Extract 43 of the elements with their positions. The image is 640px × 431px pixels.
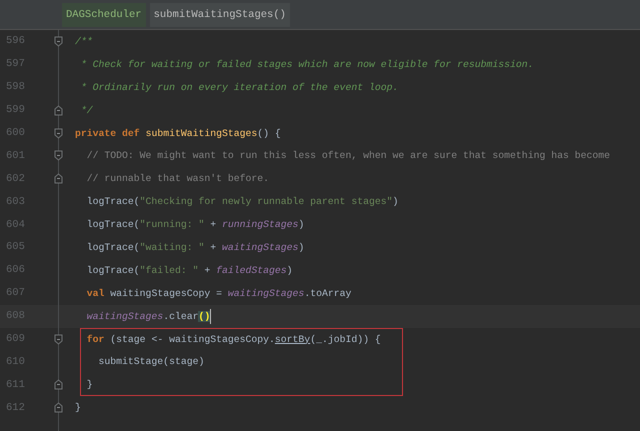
line-number: 609: [5, 333, 26, 346]
line-number: 598: [5, 81, 26, 94]
line-number: 603: [5, 196, 26, 208]
code-line: // runnable that wasn't before.: [86, 173, 270, 184]
fold-marker-icon[interactable]: [54, 173, 63, 184]
code-line: * Ordinarily run on every iteration of the event loop.: [80, 82, 398, 93]
code-line: for (stage <- waitingStagesCopy.sortBy(_.jobId)) {: [86, 334, 381, 345]
fold-marker-icon[interactable]: [54, 104, 63, 116]
code-line: logTrace("waiting: " + waitingStages): [86, 242, 304, 253]
code-line: }: [75, 402, 81, 414]
fold-marker-icon[interactable]: [54, 150, 63, 162]
code-line: logTrace("failed: " + failedStages): [86, 264, 293, 276]
code-line: waitingStages.clear(): [86, 310, 210, 322]
line-number: 599: [5, 104, 26, 116]
code-line: val waitingStagesCopy = waitingStages.toArray: [86, 288, 352, 299]
code-line: private def submitWaitingStages() {: [75, 128, 281, 138]
code-line: submitStage(stage): [98, 356, 204, 368]
fold-marker-icon[interactable]: [54, 402, 63, 414]
line-number: 601: [5, 150, 26, 162]
line-number: 600: [5, 127, 26, 139]
line-number: 597: [5, 58, 26, 70]
line-number: 602: [5, 172, 26, 185]
code-line: }: [86, 379, 93, 390]
code-line: // TODO: We might want to run this less often, when we are sure that something has become: [86, 150, 610, 162]
code-line: logTrace("Checking for newly runnable parent stages"): [86, 196, 398, 208]
fold-marker-icon[interactable]: [54, 334, 63, 345]
line-number: 612: [5, 402, 26, 414]
code-line: */: [80, 104, 93, 116]
breadcrumb-item[interactable]: submitWaitingStages(): [150, 2, 290, 26]
line-number: 605: [5, 241, 26, 254]
line-number: 610: [5, 356, 26, 368]
line-number: 606: [5, 264, 26, 276]
code-line: /**: [75, 36, 93, 47]
line-number: 604: [5, 218, 26, 231]
breadcrumb-item[interactable]: DAGScheduler: [62, 2, 146, 26]
fold-marker-icon[interactable]: [54, 379, 63, 390]
line-number: 611: [5, 378, 26, 391]
code-line: * Check for waiting or failed stages which are now eligible for resubmission.: [80, 58, 534, 70]
line-number: 596: [5, 35, 26, 48]
fold-marker-icon[interactable]: [54, 36, 63, 47]
fold-marker-icon[interactable]: [54, 128, 63, 138]
code-line: logTrace("running: " + runningStages): [86, 219, 304, 230]
line-number: 607: [5, 287, 26, 300]
